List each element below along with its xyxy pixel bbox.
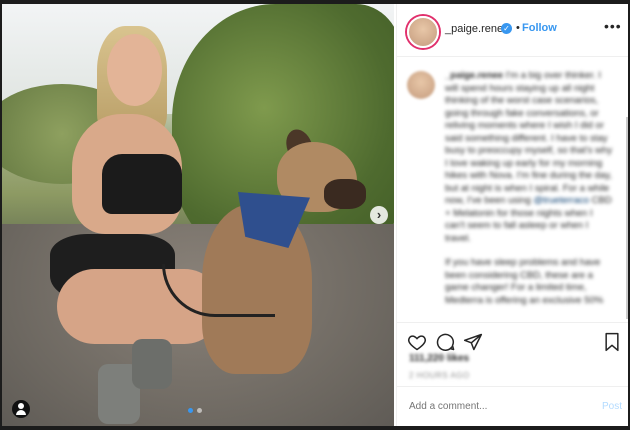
comment-bar: Post — [397, 386, 628, 426]
verified-icon: ✓ — [501, 23, 512, 34]
caption-text: _paige.renee I'm a big over thinker. I w… — [445, 70, 613, 319]
post-comment-button[interactable]: Post — [602, 401, 622, 412]
next-slide-button[interactable]: › — [370, 206, 388, 224]
carousel-dot-active — [188, 408, 193, 413]
caption-body-1: I'm a big over thinker. I will spend hou… — [445, 70, 613, 206]
more-options-icon[interactable]: ••• — [604, 18, 622, 34]
avatar[interactable] — [407, 16, 439, 48]
post-timestamp: 2 HOURS AGO — [409, 371, 470, 380]
caption-username[interactable]: _paige.renee — [445, 70, 503, 81]
caption-scrollbar[interactable] — [626, 117, 628, 319]
comment-input[interactable] — [409, 401, 569, 412]
post-modal: › _paige.renee ✓ • Follow ••• _paige.ren… — [2, 4, 628, 426]
bookmark-icon[interactable] — [603, 332, 621, 357]
post-photo[interactable]: › — [2, 4, 394, 426]
separator: • — [516, 22, 520, 34]
follow-button[interactable]: Follow — [522, 22, 557, 34]
user-tag-icon[interactable] — [12, 400, 30, 418]
likes-count[interactable]: 111,220 likes — [409, 353, 469, 364]
post-header: _paige.renee ✓ • Follow ••• — [397, 4, 628, 57]
caption-mention-link[interactable]: @trueterraco — [533, 195, 589, 206]
post-sidebar: _paige.renee ✓ • Follow ••• _paige.renee… — [396, 4, 628, 426]
carousel-dot — [197, 408, 202, 413]
caption-area: _paige.renee I'm a big over thinker. I w… — [397, 57, 628, 319]
caption-avatar[interactable] — [407, 71, 435, 99]
carousel-dots — [188, 408, 202, 413]
caption-body-3: If you have sleep problems and have been… — [445, 257, 604, 306]
username-link[interactable]: _paige.renee — [445, 23, 509, 35]
